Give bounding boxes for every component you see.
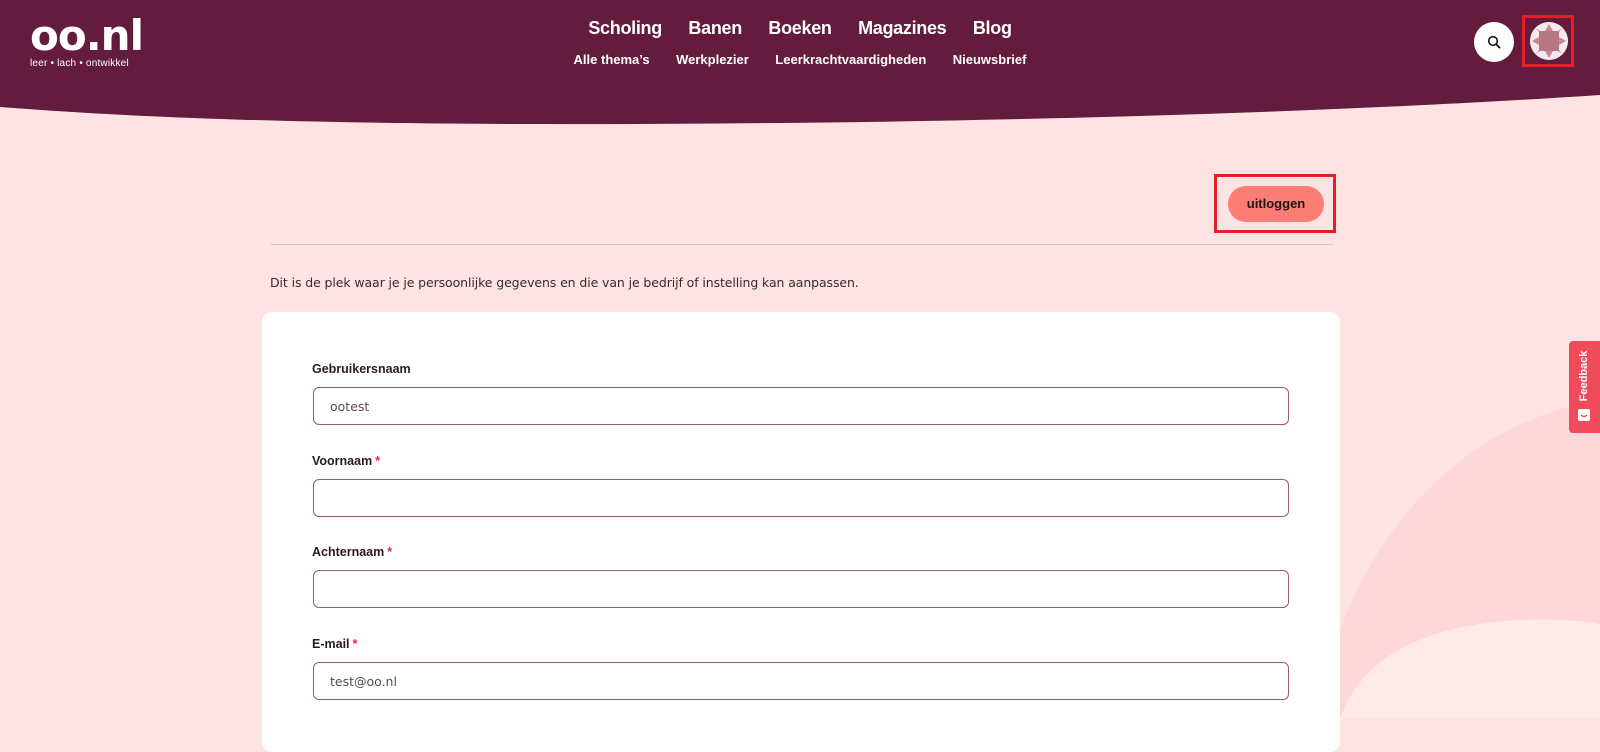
subnav-item-nieuwsbrief[interactable]: Nieuwsbrief xyxy=(953,52,1027,67)
nav-item-magazines[interactable]: Magazines xyxy=(858,18,947,39)
logout-button[interactable]: uitloggen xyxy=(1228,186,1324,222)
nav-item-blog[interactable]: Blog xyxy=(973,18,1012,39)
subnav-item-werkplezier[interactable]: Werkplezier xyxy=(676,52,749,67)
logout-highlight-frame: uitloggen xyxy=(1214,174,1336,233)
required-marker: * xyxy=(387,545,393,559)
field-label-text: E-mail xyxy=(312,637,350,651)
field-label-gebruikersnaam: Gebruikersnaam xyxy=(312,362,411,376)
required-marker: * xyxy=(352,637,358,651)
field-label-email: E-mail * xyxy=(312,637,357,651)
field-label-achternaam: Achternaam * xyxy=(312,545,392,559)
field-label-text: Gebruikersnaam xyxy=(312,362,411,376)
feedback-label: Feedback xyxy=(1578,350,1590,402)
last-name-field[interactable] xyxy=(313,570,1289,608)
subnav-item-alle-themas[interactable]: Alle thema’s xyxy=(574,52,650,67)
feedback-chat-icon xyxy=(1578,409,1590,421)
intro-text: Dit is de plek waar je je persoonlijke g… xyxy=(270,275,859,290)
first-name-field[interactable] xyxy=(313,479,1289,517)
avatar-pattern-icon xyxy=(1530,22,1568,60)
field-label-voornaam: Voornaam * xyxy=(312,454,380,468)
username-field[interactable] xyxy=(313,387,1289,425)
nav-item-banen[interactable]: Banen xyxy=(688,18,742,39)
profile-form-card: Gebruikersnaam Voornaam* Achternaam* E-m… xyxy=(262,312,1340,752)
field-label-text: Achternaam xyxy=(312,545,385,559)
section-divider xyxy=(270,244,1333,245)
required-marker: * xyxy=(375,454,381,468)
subnav-item-leerkrachtvaardigheden[interactable]: Leerkrachtvaardigheden xyxy=(775,52,926,67)
search-icon xyxy=(1487,35,1501,49)
nav-item-scholing[interactable]: Scholing xyxy=(588,18,662,39)
search-button[interactable] xyxy=(1474,22,1514,62)
email-field[interactable] xyxy=(313,662,1289,700)
avatar[interactable] xyxy=(1530,22,1568,60)
nav-item-boeken[interactable]: Boeken xyxy=(768,18,832,39)
sub-navigation: Alle thema’s Werkplezier Leerkrachtvaard… xyxy=(0,51,1600,69)
avatar-highlight-frame xyxy=(1522,15,1574,67)
field-label-text: Voornaam xyxy=(312,454,373,468)
main-navigation: Scholing Banen Boeken Magazines Blog xyxy=(0,18,1600,39)
feedback-tab[interactable]: Feedback xyxy=(1569,341,1600,433)
